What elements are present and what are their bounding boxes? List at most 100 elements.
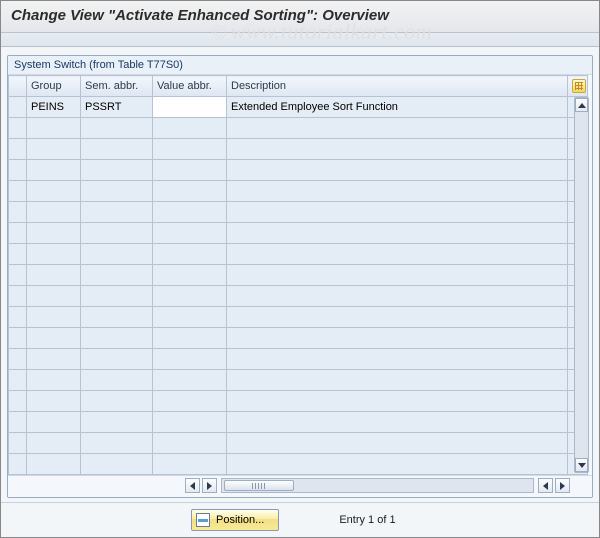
- cell-desc[interactable]: [227, 223, 568, 244]
- cell-group[interactable]: [27, 370, 81, 391]
- cell-sem[interactable]: [81, 307, 153, 328]
- cell-sem[interactable]: [81, 244, 153, 265]
- cell-val[interactable]: [153, 412, 227, 433]
- row-selector[interactable]: [9, 307, 27, 328]
- cell-val[interactable]: [153, 160, 227, 181]
- vertical-scrollbar[interactable]: [574, 97, 589, 473]
- table-row[interactable]: [9, 223, 588, 244]
- cell-desc[interactable]: [227, 181, 568, 202]
- table-row[interactable]: [9, 307, 588, 328]
- row-selector[interactable]: [9, 118, 27, 139]
- row-selector[interactable]: [9, 160, 27, 181]
- cell-val[interactable]: [153, 349, 227, 370]
- cell-val[interactable]: [153, 244, 227, 265]
- cell-val[interactable]: [153, 139, 227, 160]
- cell-val[interactable]: [153, 97, 227, 118]
- cell-desc[interactable]: [227, 139, 568, 160]
- cell-group[interactable]: [27, 139, 81, 160]
- cell-sem[interactable]: PSSRT: [81, 97, 153, 118]
- hscroll-prev-button[interactable]: [202, 478, 217, 493]
- cell-sem[interactable]: [81, 160, 153, 181]
- cell-group[interactable]: [27, 286, 81, 307]
- row-selector[interactable]: [9, 265, 27, 286]
- table-settings-icon[interactable]: [572, 79, 586, 93]
- cell-group[interactable]: [27, 349, 81, 370]
- cell-desc[interactable]: [227, 349, 568, 370]
- cell-val[interactable]: [153, 391, 227, 412]
- table-row[interactable]: [9, 181, 588, 202]
- cell-sem[interactable]: [81, 328, 153, 349]
- cell-sem[interactable]: [81, 223, 153, 244]
- cell-sem[interactable]: [81, 433, 153, 454]
- cell-desc[interactable]: [227, 265, 568, 286]
- row-selector[interactable]: [9, 139, 27, 160]
- cell-val[interactable]: [153, 181, 227, 202]
- table-row[interactable]: [9, 370, 588, 391]
- row-selector[interactable]: [9, 454, 27, 475]
- cell-desc[interactable]: [227, 160, 568, 181]
- col-desc-header[interactable]: Description: [227, 76, 568, 97]
- cell-desc[interactable]: [227, 433, 568, 454]
- row-selector[interactable]: [9, 97, 27, 118]
- row-selector[interactable]: [9, 328, 27, 349]
- row-selector[interactable]: [9, 433, 27, 454]
- cell-desc[interactable]: [227, 412, 568, 433]
- table-row[interactable]: [9, 454, 588, 475]
- cell-val[interactable]: [153, 433, 227, 454]
- row-selector[interactable]: [9, 370, 27, 391]
- cell-desc[interactable]: [227, 307, 568, 328]
- row-selector[interactable]: [9, 202, 27, 223]
- cell-val[interactable]: [153, 454, 227, 475]
- cell-val[interactable]: [153, 223, 227, 244]
- cell-group[interactable]: PEINS: [27, 97, 81, 118]
- cell-sem[interactable]: [81, 181, 153, 202]
- cell-desc[interactable]: [227, 118, 568, 139]
- cell-group[interactable]: [27, 454, 81, 475]
- table-row[interactable]: [9, 118, 588, 139]
- cell-val[interactable]: [153, 118, 227, 139]
- cell-val[interactable]: [153, 307, 227, 328]
- cell-desc[interactable]: [227, 202, 568, 223]
- cell-sem[interactable]: [81, 349, 153, 370]
- cell-group[interactable]: [27, 202, 81, 223]
- table-row[interactable]: [9, 412, 588, 433]
- row-selector[interactable]: [9, 412, 27, 433]
- row-selector[interactable]: [9, 391, 27, 412]
- cell-sem[interactable]: [81, 412, 153, 433]
- table-row[interactable]: [9, 160, 588, 181]
- col-sem-header[interactable]: Sem. abbr.: [81, 76, 153, 97]
- position-button[interactable]: Position...: [191, 509, 279, 531]
- cell-group[interactable]: [27, 160, 81, 181]
- cell-sem[interactable]: [81, 118, 153, 139]
- cell-sem[interactable]: [81, 139, 153, 160]
- hscroll-next-button[interactable]: [538, 478, 553, 493]
- cell-sem[interactable]: [81, 265, 153, 286]
- cell-desc[interactable]: [227, 286, 568, 307]
- cell-desc[interactable]: [227, 454, 568, 475]
- hscroll-first-button[interactable]: [185, 478, 200, 493]
- table-row[interactable]: [9, 286, 588, 307]
- cell-sem[interactable]: [81, 391, 153, 412]
- cell-val[interactable]: [153, 202, 227, 223]
- cell-val[interactable]: [153, 286, 227, 307]
- table-row[interactable]: [9, 265, 588, 286]
- table-row[interactable]: [9, 202, 588, 223]
- table-config-header[interactable]: [568, 76, 588, 97]
- col-val-header[interactable]: Value abbr.: [153, 76, 227, 97]
- row-selector-header[interactable]: [9, 76, 27, 97]
- cell-group[interactable]: [27, 433, 81, 454]
- cell-sem[interactable]: [81, 202, 153, 223]
- cell-desc[interactable]: [227, 328, 568, 349]
- cell-sem[interactable]: [81, 370, 153, 391]
- table-row[interactable]: [9, 391, 588, 412]
- hscroll-thumb[interactable]: [224, 480, 294, 491]
- table-row[interactable]: [9, 349, 588, 370]
- scroll-down-button[interactable]: [575, 458, 588, 472]
- cell-desc[interactable]: [227, 244, 568, 265]
- row-selector[interactable]: [9, 223, 27, 244]
- cell-val[interactable]: [153, 265, 227, 286]
- hscroll-last-button[interactable]: [555, 478, 570, 493]
- hscroll-track[interactable]: [221, 478, 534, 493]
- cell-val[interactable]: [153, 370, 227, 391]
- cell-group[interactable]: [27, 265, 81, 286]
